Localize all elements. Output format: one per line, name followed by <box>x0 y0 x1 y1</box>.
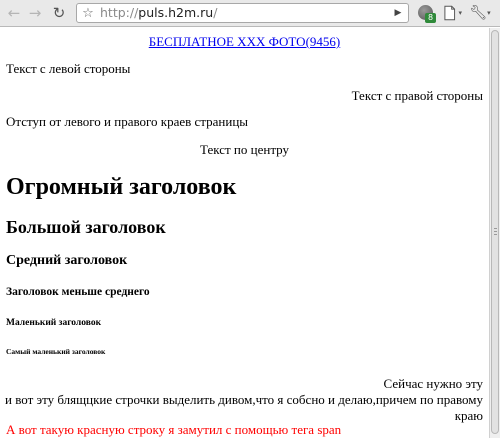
reload-button[interactable]: ↻ <box>49 3 69 23</box>
banner: БЕСПЛАТНОЕ XXX ФОТО(9456) <box>0 34 489 50</box>
chevron-down-icon: ▾ <box>458 9 462 17</box>
heading-h5: Маленький заголовок <box>6 318 102 328</box>
address-bar[interactable]: ☆ http://puls.h2m.ru/ ▶ <box>76 3 409 23</box>
forward-button[interactable]: → <box>25 3 45 23</box>
arrow-left-icon: ← <box>7 4 21 22</box>
url-host: puls.h2m.ru <box>138 5 214 20</box>
heading-h2: Большой заголовок <box>6 217 166 237</box>
extension-badge: 8 <box>425 13 436 23</box>
star-icon[interactable]: ☆ <box>80 4 96 22</box>
extension-button[interactable]: 8 <box>418 5 436 23</box>
chevron-down-icon: ▾ <box>487 9 491 17</box>
back-button[interactable]: ← <box>4 3 24 23</box>
arrow-right-icon: → <box>28 4 42 22</box>
grip-icon <box>494 228 497 235</box>
banner-link[interactable]: БЕСПЛАТНОЕ XXX ФОТО(9456) <box>149 34 340 49</box>
centered-text: Текст по центру <box>200 142 289 157</box>
heading-h4: Заголовок меньше среднего <box>6 286 150 298</box>
div-text-line-3: краю <box>454 408 483 423</box>
page-icon <box>444 5 456 21</box>
url-prefix: http:// <box>100 5 139 20</box>
wrench-menu-button[interactable]: 🔧︎ ▾ <box>469 3 491 23</box>
indented-text: Отступ от левого и правого краев страниц… <box>6 114 249 129</box>
left-aligned-text: Текст с левой стороны <box>6 61 131 76</box>
scrollbar-thumb[interactable] <box>491 30 499 434</box>
heading-h6: Самый маленький заголовок <box>6 347 106 356</box>
page-content: БЕСПЛАТНОЕ XXX ФОТО(9456) Текст с левой … <box>0 28 489 438</box>
url-suffix: / <box>213 5 218 20</box>
wrench-icon: 🔧︎ <box>469 5 488 21</box>
div-text-line-1: Сейчас нужно эту <box>383 376 483 391</box>
div-text-line-2: и вот эту блящцкие строчки выделить диво… <box>5 392 483 407</box>
browser-toolbar: ← → ↻ ☆ http://puls.h2m.ru/ ▶ 8 ▾ 🔧︎ ▾ <box>0 0 500 27</box>
heading-h1: Огромный заголовок <box>6 174 237 200</box>
vertical-scrollbar[interactable] <box>489 28 500 438</box>
heading-h3: Средний заголовок <box>6 253 128 268</box>
url-text: http://puls.h2m.ru/ <box>100 5 217 21</box>
go-icon[interactable]: ▶ <box>392 4 404 22</box>
page-menu-button[interactable]: ▾ <box>442 3 462 23</box>
red-span-text: А вот такую красную строку я замутил с п… <box>6 422 342 437</box>
right-aligned-text: Текст с правой стороны <box>351 88 483 103</box>
reload-icon: ↻ <box>52 4 66 22</box>
